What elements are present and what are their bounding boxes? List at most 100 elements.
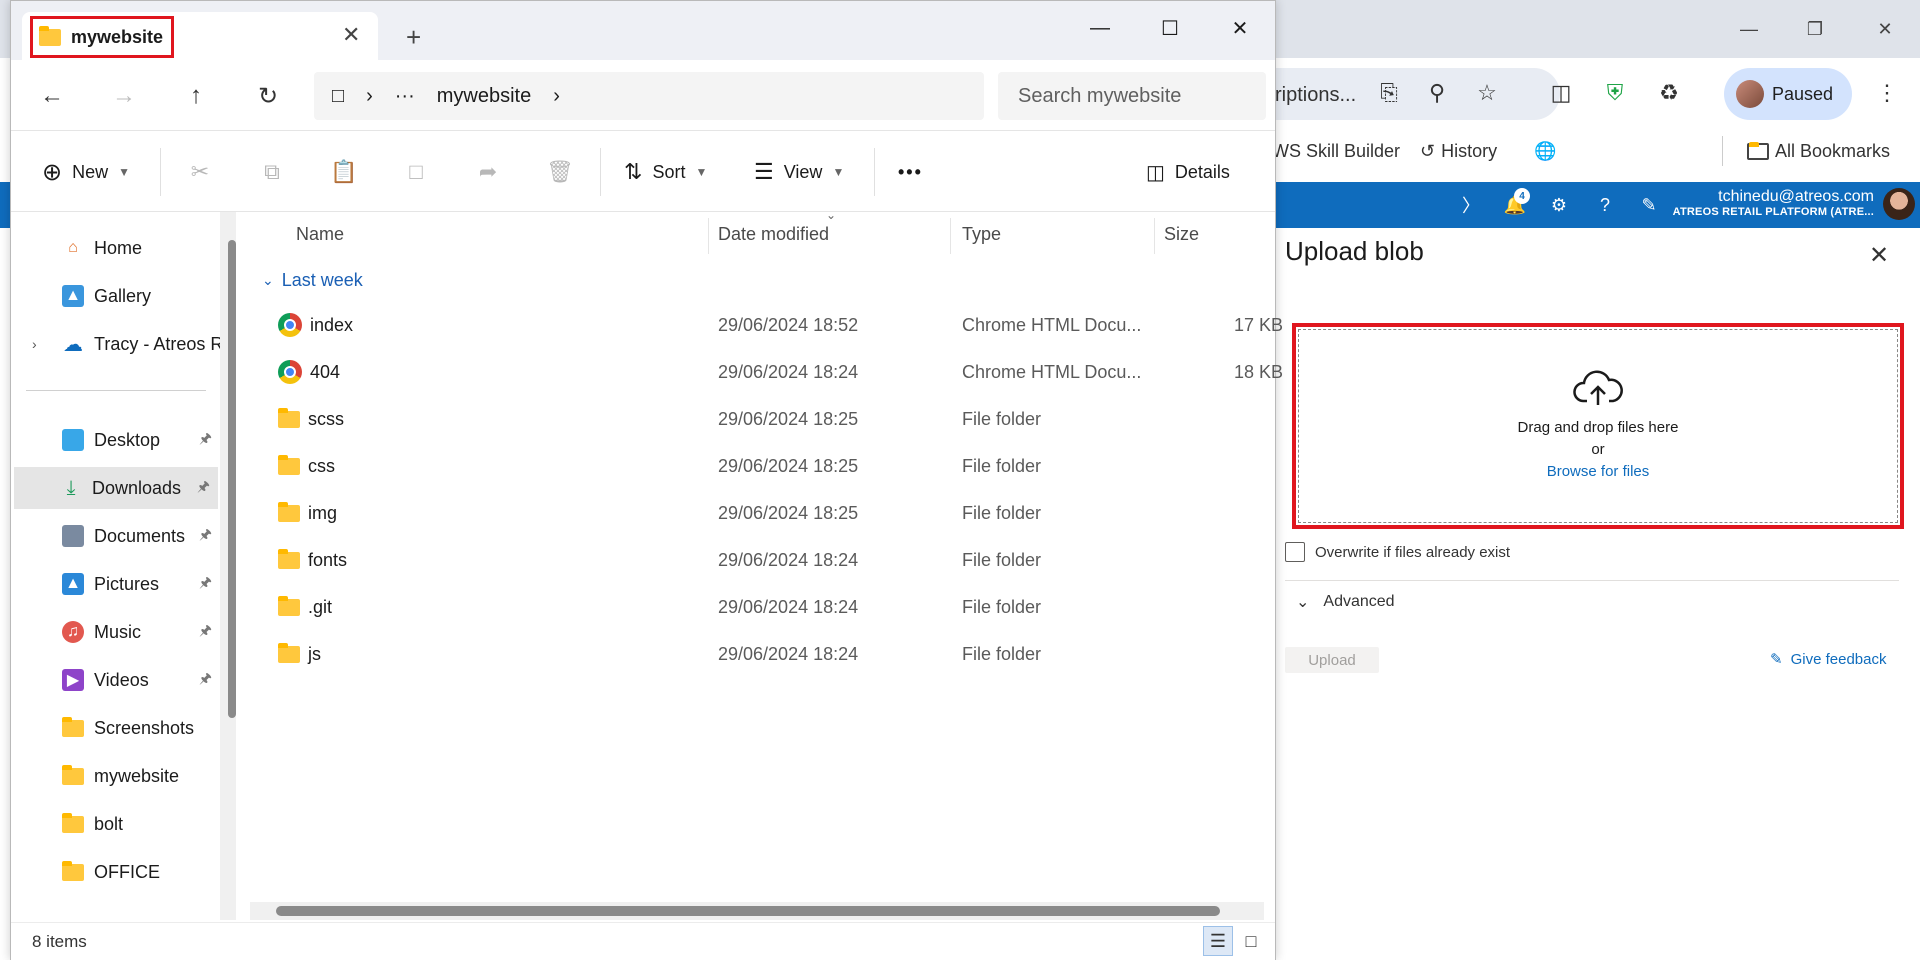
explorer-maximize-button[interactable]: ☐ [1140,8,1200,48]
upload-button[interactable]: Upload [1285,647,1379,673]
browser-close-button[interactable]: ✕ [1862,12,1908,46]
pin-icon[interactable]: 🖈 [199,524,212,548]
more-options-button[interactable]: ••• [898,152,923,192]
help-icon[interactable]: ? [1590,190,1620,220]
sidebar-item-downloads[interactable]: ⤓ Downloads 🖈 [14,467,218,509]
file-name: 404 [310,361,341,382]
new-tab-plus-icon[interactable]: + [406,22,421,53]
refresh-icon[interactable]: ↻ [248,78,288,114]
address-breadcrumb[interactable]: □ › ··· mywebsite › [314,72,984,120]
advanced-section-toggle[interactable]: ⌄ Advanced [1296,592,1395,612]
sort-button[interactable]: ⇅ Sort ▼ [624,152,707,192]
table-row[interactable]: scss 29/06/2024 18:25 File folder [262,396,1262,442]
file-name-cell: .git [278,595,332,618]
chevron-right-icon[interactable]: › [32,336,37,352]
new-button[interactable]: ⊕ New ▼ [42,152,130,192]
give-feedback-link[interactable]: ✎ Give feedback [1770,650,1886,669]
column-header-type[interactable]: Type [962,224,1001,245]
overwrite-checkbox[interactable] [1285,542,1305,562]
sidebar-item-mywebsite[interactable]: mywebsite [12,755,220,797]
copy-icon[interactable]: ⧉ [252,152,292,192]
sidebar-item-gallery[interactable]: ▲ Gallery [12,275,220,317]
breadcrumb-ellipsis[interactable]: ··· [395,85,415,108]
table-row[interactable]: css 29/06/2024 18:25 File folder [262,443,1262,489]
pin-icon[interactable]: 🖈 [199,572,212,596]
reading-list-icon[interactable]: ◫ [1544,76,1578,110]
explorer-tab-title[interactable]: mywebsite [30,16,174,58]
pin-icon[interactable]: 🖈 [199,428,212,452]
sidebar-item-desktop[interactable]: Desktop 🖈 [12,419,220,461]
table-row[interactable]: .git 29/06/2024 18:24 File folder [262,584,1262,630]
view-button[interactable]: ☰ View ▼ [754,152,844,192]
up-arrow-icon[interactable]: ↑ [176,78,216,114]
sidebar-item-onedrive[interactable]: › ☁ Tracy - Atreos Re [12,323,220,365]
tab-close-icon[interactable]: ✕ [342,22,360,48]
group-header-last-week[interactable]: ⌄ Last week [262,270,363,291]
file-dropzone[interactable]: Drag and drop files here or Browse for f… [1292,323,1904,529]
breadcrumb-chevron-icon[interactable]: › [366,85,373,108]
column-header-name[interactable]: Name [296,224,344,245]
navigation-pane-scrollbar[interactable] [228,240,236,718]
horizontal-scrollbar[interactable] [276,906,1220,916]
table-row[interactable]: index 29/06/2024 18:52 Chrome HTML Docu...… [262,302,1283,348]
column-divider[interactable] [708,218,709,254]
sidebar-item-home[interactable]: ⌂ Home [12,227,220,269]
overwrite-checkbox-row[interactable]: Overwrite if files already exist [1285,542,1510,562]
share-icon[interactable]: ➦ [468,152,508,192]
account-avatar[interactable] [1883,188,1915,220]
column-header-date[interactable]: Date modified [718,224,829,245]
sidebar-item-office[interactable]: OFFICE [12,851,220,893]
settings-gear-icon[interactable]: ⚙ [1544,190,1574,220]
table-row[interactable]: img 29/06/2024 18:25 File folder [262,490,1262,536]
table-row[interactable]: 404 29/06/2024 18:24 Chrome HTML Docu... 18… [262,349,1283,395]
column-divider[interactable] [950,218,951,254]
zoom-icon[interactable]: ⚲ [1420,76,1454,110]
bookmark-skill-builder[interactable]: WS Skill Builder [1272,136,1400,166]
sidebar-item-label: Music [94,621,142,642]
paste-icon[interactable]: 📋 [324,152,364,192]
feedback-icon[interactable]: ✎ [1634,190,1664,220]
file-type: File folder [962,408,1042,429]
cut-icon[interactable]: ✂ [180,152,220,192]
chrome-html-icon [278,360,302,384]
browser-restore-button[interactable]: ❐ [1792,12,1838,46]
shield-extension-icon[interactable]: ⛨ [1598,76,1632,110]
sidebar-item-pictures[interactable]: ▲ Pictures 🖈 [12,563,220,605]
extensions-puzzle-icon[interactable]: ♻ [1652,76,1686,110]
table-row[interactable]: js 29/06/2024 18:24 File folder [262,631,1262,677]
tiles-view-icon[interactable]: □ [1236,926,1266,956]
sidebar-item-screenshots[interactable]: Screenshots [12,707,220,749]
search-input[interactable]: Search mywebsite [998,72,1266,120]
breadcrumb-chevron-icon[interactable]: › [553,85,560,108]
bookmark-history[interactable]: ↺ History [1420,136,1497,166]
bookmark-globe[interactable]: 🌐 [1534,136,1556,166]
close-icon[interactable]: ✕ [1864,240,1894,270]
browser-minimize-button[interactable]: — [1726,12,1772,46]
bookmark-star-icon[interactable]: ☆ [1470,76,1504,110]
sidebar-item-videos[interactable]: ▶ Videos 🖈 [12,659,220,701]
install-app-icon[interactable]: ⎘ [1372,76,1406,110]
column-divider[interactable] [1154,218,1155,254]
forward-arrow-icon[interactable]: → [104,78,144,114]
sidebar-item-bolt[interactable]: bolt [12,803,220,845]
explorer-close-button[interactable]: ✕ [1210,8,1270,48]
delete-icon[interactable]: 🗑 [540,152,580,192]
cloud-shell-icon[interactable]: 〉 [1456,190,1486,220]
profile-paused-button[interactable]: Paused [1724,68,1852,120]
sidebar-item-music[interactable]: ♫ Music 🖈 [12,611,220,653]
pin-icon[interactable]: 🖈 [199,668,212,692]
back-arrow-icon[interactable]: ← [32,78,72,114]
table-row[interactable]: fonts 29/06/2024 18:24 File folder [262,537,1262,583]
rename-icon[interactable]: □ [396,152,436,192]
browser-menu-icon[interactable]: ⋮ [1870,76,1904,110]
all-bookmarks-button[interactable]: All Bookmarks [1722,136,1890,166]
pin-icon[interactable]: 🖈 [199,620,212,644]
breadcrumb-folder[interactable]: mywebsite [437,85,531,108]
pin-icon[interactable]: 🖈 [197,476,210,500]
column-header-size[interactable]: Size [1164,224,1199,245]
account-info[interactable]: tchinedu@atreos.com ATREOS RETAIL PLATFO… [1673,188,1874,218]
explorer-minimize-button[interactable]: — [1070,8,1130,48]
sidebar-item-documents[interactable]: Documents 🖈 [12,515,220,557]
details-view-icon[interactable]: ☰ [1203,926,1233,956]
details-pane-button[interactable]: ◫ Details [1146,152,1230,192]
